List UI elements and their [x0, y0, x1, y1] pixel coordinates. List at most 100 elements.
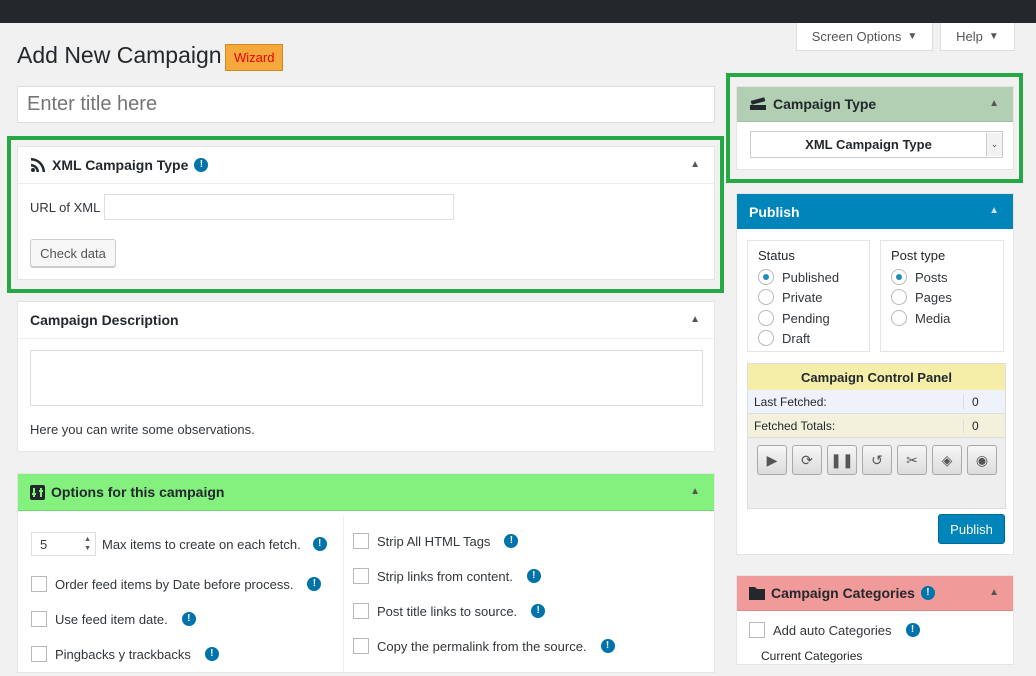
wizard-button[interactable]: Wizard: [225, 44, 284, 71]
tag-icon[interactable]: ◈: [932, 445, 962, 475]
status-option[interactable]: Published: [758, 269, 839, 285]
checkbox[interactable]: [31, 576, 47, 592]
options-box: Options for this campaign ▲ 5 ▲ ▼ Max ite…: [17, 473, 715, 676]
description-textarea[interactable]: [30, 350, 703, 406]
screen-options-label: Screen Options: [811, 29, 902, 44]
title-input[interactable]: [17, 86, 715, 123]
folder-icon: [749, 586, 765, 600]
checkbox[interactable]: [353, 533, 369, 549]
collapse-arrow-icon[interactable]: ▲: [690, 314, 700, 325]
control-panel-title: Campaign Control Panel: [748, 364, 1005, 390]
sliders-icon: [30, 484, 45, 500]
refresh-icon[interactable]: ⟳: [792, 445, 822, 475]
post-type-label: Post type: [891, 248, 946, 263]
status-label: Status: [758, 248, 795, 263]
radio[interactable]: [758, 330, 774, 346]
radio-label: Media: [915, 310, 951, 326]
publish-button[interactable]: Publish: [938, 514, 1005, 544]
categories-title: Campaign Categories: [771, 585, 915, 601]
radio[interactable]: [758, 269, 774, 285]
options-box-title: Options for this campaign: [51, 484, 225, 500]
control-buttons: ▶ ⟳ ❚❚ ↺ ✂ ◈ ◉: [748, 438, 1005, 475]
max-items-stepper[interactable]: 5 ▲ ▼: [31, 532, 96, 556]
campaign-description-box: Campaign Description ▲ Here you can writ…: [17, 301, 715, 452]
info-icon[interactable]: !: [307, 577, 322, 591]
info-icon[interactable]: !: [920, 586, 935, 600]
checkbox[interactable]: [353, 638, 369, 654]
checkbox[interactable]: [31, 611, 47, 627]
stepper-arrows-icon[interactable]: ▲ ▼: [84, 535, 91, 553]
radio[interactable]: [758, 310, 774, 326]
eye-icon[interactable]: ◉: [967, 445, 997, 475]
max-items-row: 5 ▲ ▼ Max items to create on each fetch. …: [31, 532, 327, 556]
option-label: Strip All HTML Tags: [377, 533, 491, 549]
option-left-2[interactable]: Pingbacks y trackbacks !: [31, 646, 219, 662]
info-icon[interactable]: !: [526, 569, 541, 583]
fetched-totals-label: Fetched Totals:: [748, 418, 964, 433]
max-items-label: Max items to create on each fetch.: [102, 536, 301, 552]
collapse-arrow-icon[interactable]: ▲: [690, 486, 700, 497]
page-title: Add New Campaign: [17, 42, 222, 68]
checkbox[interactable]: [31, 646, 47, 662]
post-type-option[interactable]: Posts: [891, 269, 948, 285]
screen-options-button[interactable]: Screen Options ▼: [796, 23, 933, 51]
collapse-arrow-icon[interactable]: ▲: [989, 205, 999, 216]
radio[interactable]: [891, 289, 907, 305]
fetched-totals-row: Fetched Totals: 0: [748, 414, 1005, 438]
publish-title: Publish: [749, 203, 800, 220]
description-box-header[interactable]: Campaign Description ▲: [18, 302, 714, 339]
unlink-icon[interactable]: ✂: [897, 445, 927, 475]
info-icon[interactable]: !: [600, 639, 615, 653]
help-button[interactable]: Help ▼: [940, 23, 1015, 51]
options-divider: [343, 516, 344, 676]
checkbox[interactable]: [353, 568, 369, 584]
pause-icon[interactable]: ❚❚: [827, 445, 857, 475]
publish-header[interactable]: Publish ▲: [737, 194, 1013, 229]
option-label: Copy the permalink from the source.: [377, 638, 587, 654]
options-box-header[interactable]: Options for this campaign ▲: [18, 474, 714, 511]
option-right-0[interactable]: Strip All HTML Tags !: [353, 533, 519, 549]
categories-header[interactable]: Campaign Categories ! ▲: [737, 576, 1013, 611]
radio[interactable]: [891, 269, 907, 285]
post-type-panel: Post type Posts Pages Media: [880, 240, 1004, 352]
option-right-2[interactable]: Post title links to source. !: [353, 603, 546, 619]
checkbox[interactable]: [749, 622, 765, 638]
current-categories-label: Current Categories: [761, 649, 863, 663]
option-left-0[interactable]: Order feed items by Date before process.…: [31, 576, 322, 592]
info-icon[interactable]: !: [312, 537, 327, 551]
status-option[interactable]: Pending: [758, 310, 830, 326]
collapse-arrow-icon[interactable]: ▲: [989, 587, 999, 598]
radio[interactable]: [758, 289, 774, 305]
history-icon[interactable]: ↺: [862, 445, 892, 475]
status-option[interactable]: Private: [758, 289, 822, 305]
option-right-3[interactable]: Copy the permalink from the source. !: [353, 638, 615, 654]
radio[interactable]: [891, 310, 907, 326]
description-box-title: Campaign Description: [30, 312, 179, 328]
checkbox[interactable]: [353, 603, 369, 619]
option-right-1[interactable]: Strip links from content. !: [353, 568, 541, 584]
play-icon[interactable]: ▶: [757, 445, 787, 475]
option-label: Use feed item date.: [55, 611, 168, 627]
info-icon[interactable]: !: [531, 604, 546, 618]
add-auto-categories-row[interactable]: Add auto Categories !: [749, 622, 920, 638]
last-fetched-label: Last Fetched:: [748, 394, 964, 409]
option-left-1[interactable]: Use feed item date. !: [31, 611, 196, 627]
post-type-option[interactable]: Media: [891, 310, 950, 326]
option-label: Strip links from content.: [377, 568, 513, 584]
post-type-option[interactable]: Pages: [891, 289, 952, 305]
radio-label: Posts: [915, 269, 948, 285]
radio-label: Private: [782, 289, 823, 305]
info-icon[interactable]: !: [181, 612, 196, 626]
add-auto-categories-label: Add auto Categories: [773, 622, 892, 638]
max-items-value: 5: [40, 536, 48, 552]
status-option[interactable]: Draft: [758, 330, 810, 346]
info-icon[interactable]: !: [504, 534, 519, 548]
status-panel: Status Published Private Pending Draft: [747, 240, 870, 352]
caret-down-icon: ▼: [988, 31, 999, 42]
info-icon[interactable]: !: [905, 623, 920, 637]
help-label: Help: [956, 29, 983, 44]
last-fetched-value: 0: [972, 394, 979, 409]
option-label: Post title links to source.: [377, 603, 518, 619]
info-icon[interactable]: !: [204, 647, 219, 661]
radio-label: Pages: [915, 289, 952, 305]
